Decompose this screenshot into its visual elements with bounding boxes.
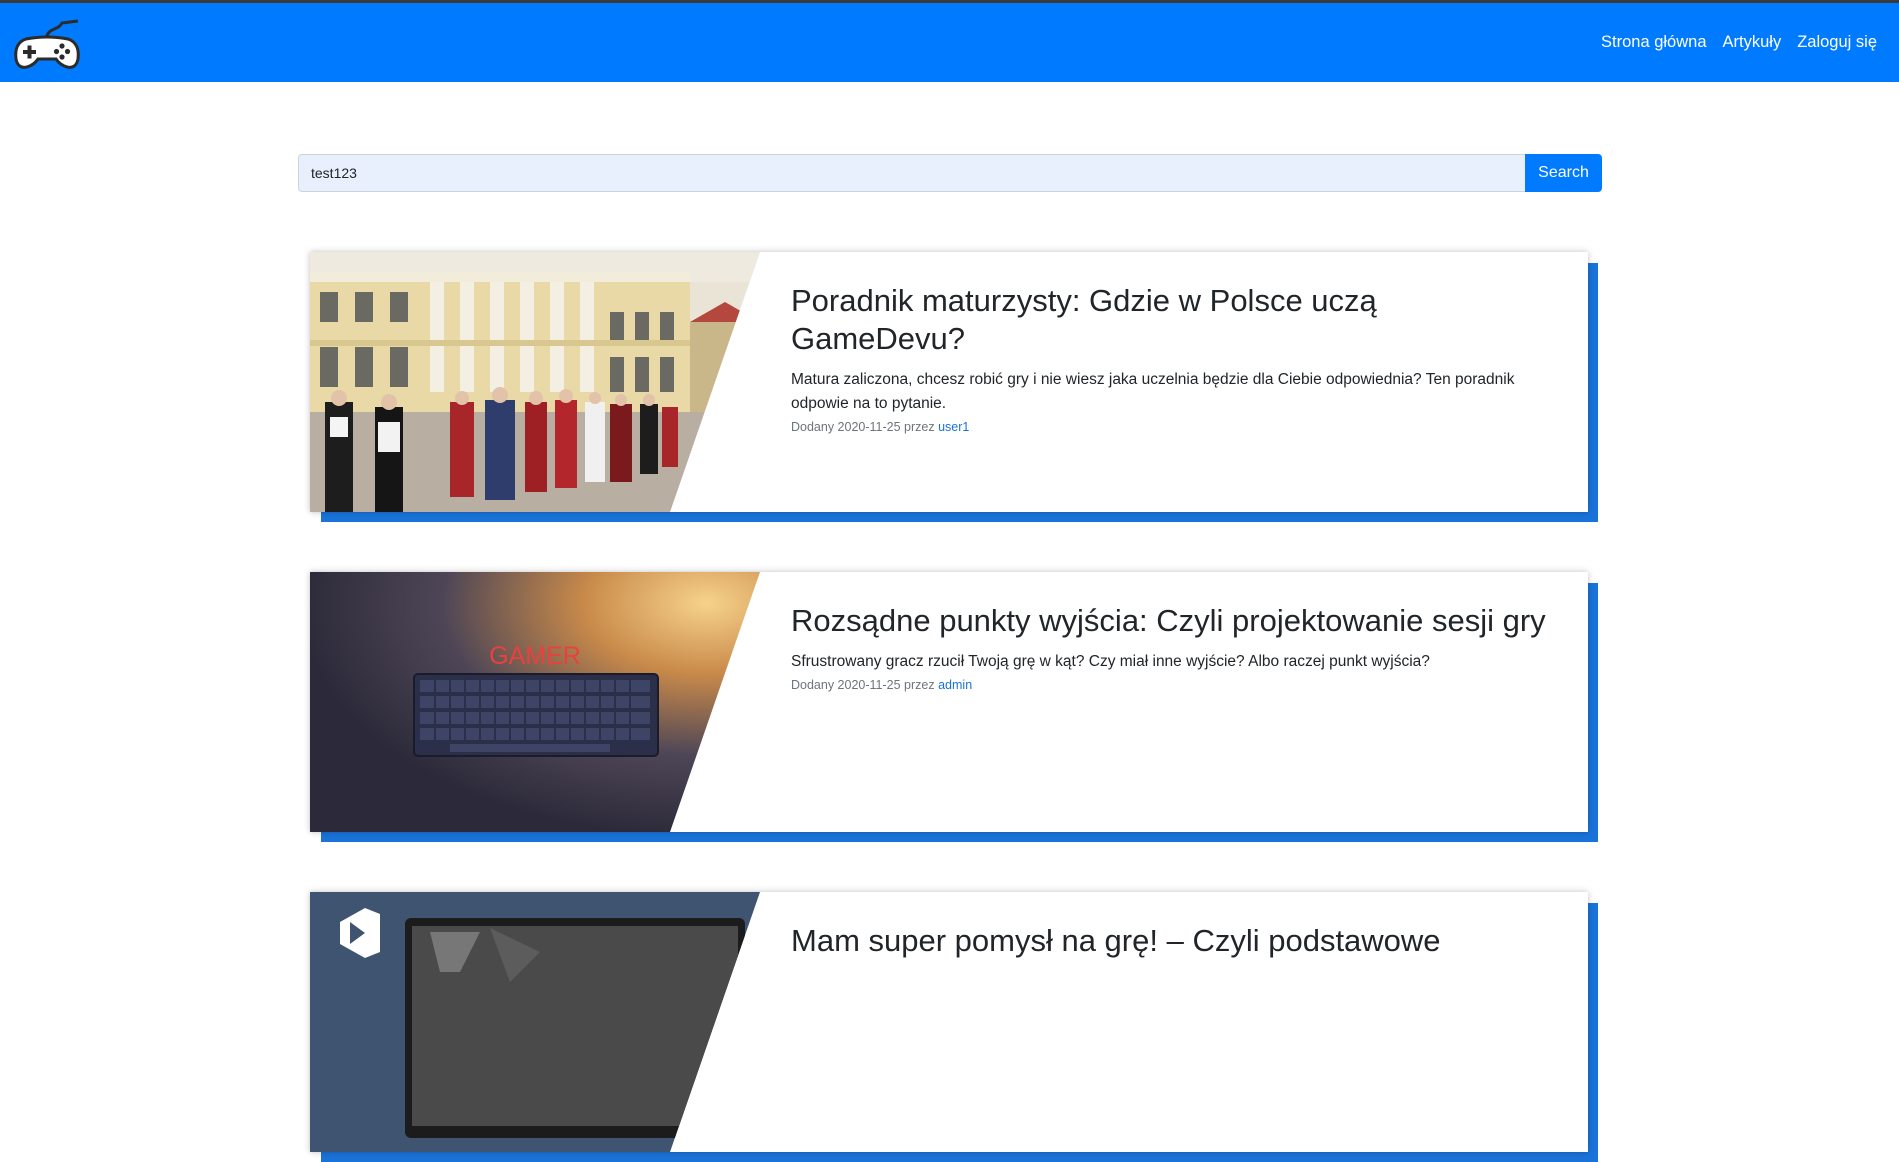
gamer-keyboard-image: GAMER [310,572,760,832]
navbar: Strona główna Artykuły Zaloguj się [0,3,1899,82]
nav-link-login[interactable]: Zaloguj się [1797,33,1877,52]
article-description: Matura zaliczona, chcesz robić gry i nie… [791,371,1515,412]
article-author-link[interactable]: user1 [938,420,969,434]
university-procession-image [310,252,760,512]
article-meta: Dodany 2020-11-25 przez admin [791,678,1551,692]
search-input[interactable] [298,154,1525,192]
nav-links: Strona główna Artykuły Zaloguj się [1585,3,1877,82]
article-date: Dodany 2020-11-25 przez [791,678,935,692]
gamepad-icon[interactable] [12,17,82,73]
article-content: Mam super pomysł na grę! – Czyli podstaw… [791,922,1551,970]
article-content: Poradnik maturzysty: Gdzie w Polsce uczą… [791,282,1551,434]
nav-link-home[interactable]: Strona główna [1601,33,1707,52]
article-author-link[interactable]: admin [938,678,972,692]
search-bar: Search [298,154,1602,192]
article-card-1: Poradnik maturzysty: Gdzie w Polsce uczą… [310,252,1598,522]
article-title[interactable]: Mam super pomysł na grę! – Czyli podstaw… [791,922,1551,960]
article-title[interactable]: Poradnik maturzysty: Gdzie w Polsce uczą… [791,282,1551,358]
gamer-text: GAMER [489,642,581,670]
article-title[interactable]: Rozsądne punkty wyjścia: Czyli projektow… [791,602,1551,640]
article-content: Rozsądne punkty wyjścia: Czyli projektow… [791,602,1551,692]
article-meta: Dodany 2020-11-25 przez user1 [791,420,1551,434]
search-button[interactable]: Search [1525,154,1602,192]
nav-link-articles[interactable]: Artykuły [1723,33,1782,52]
article-card[interactable]: Poradnik maturzysty: Gdzie w Polsce uczą… [310,252,1588,512]
visual-studio-image [310,892,760,1152]
article-card[interactable]: GAMER Rozsądne punkty wyjścia: Czyli pro… [310,572,1588,832]
article-card-3: Mam super pomysł na grę! – Czyli podstaw… [310,892,1598,1162]
article-card[interactable]: Mam super pomysł na grę! – Czyli podstaw… [310,892,1588,1152]
article-description: Sfrustrowany gracz rzucił Twoją grę w ką… [791,653,1430,670]
article-card-2: GAMER Rozsądne punkty wyjścia: Czyli pro… [310,572,1598,842]
article-date: Dodany 2020-11-25 przez [791,420,935,434]
